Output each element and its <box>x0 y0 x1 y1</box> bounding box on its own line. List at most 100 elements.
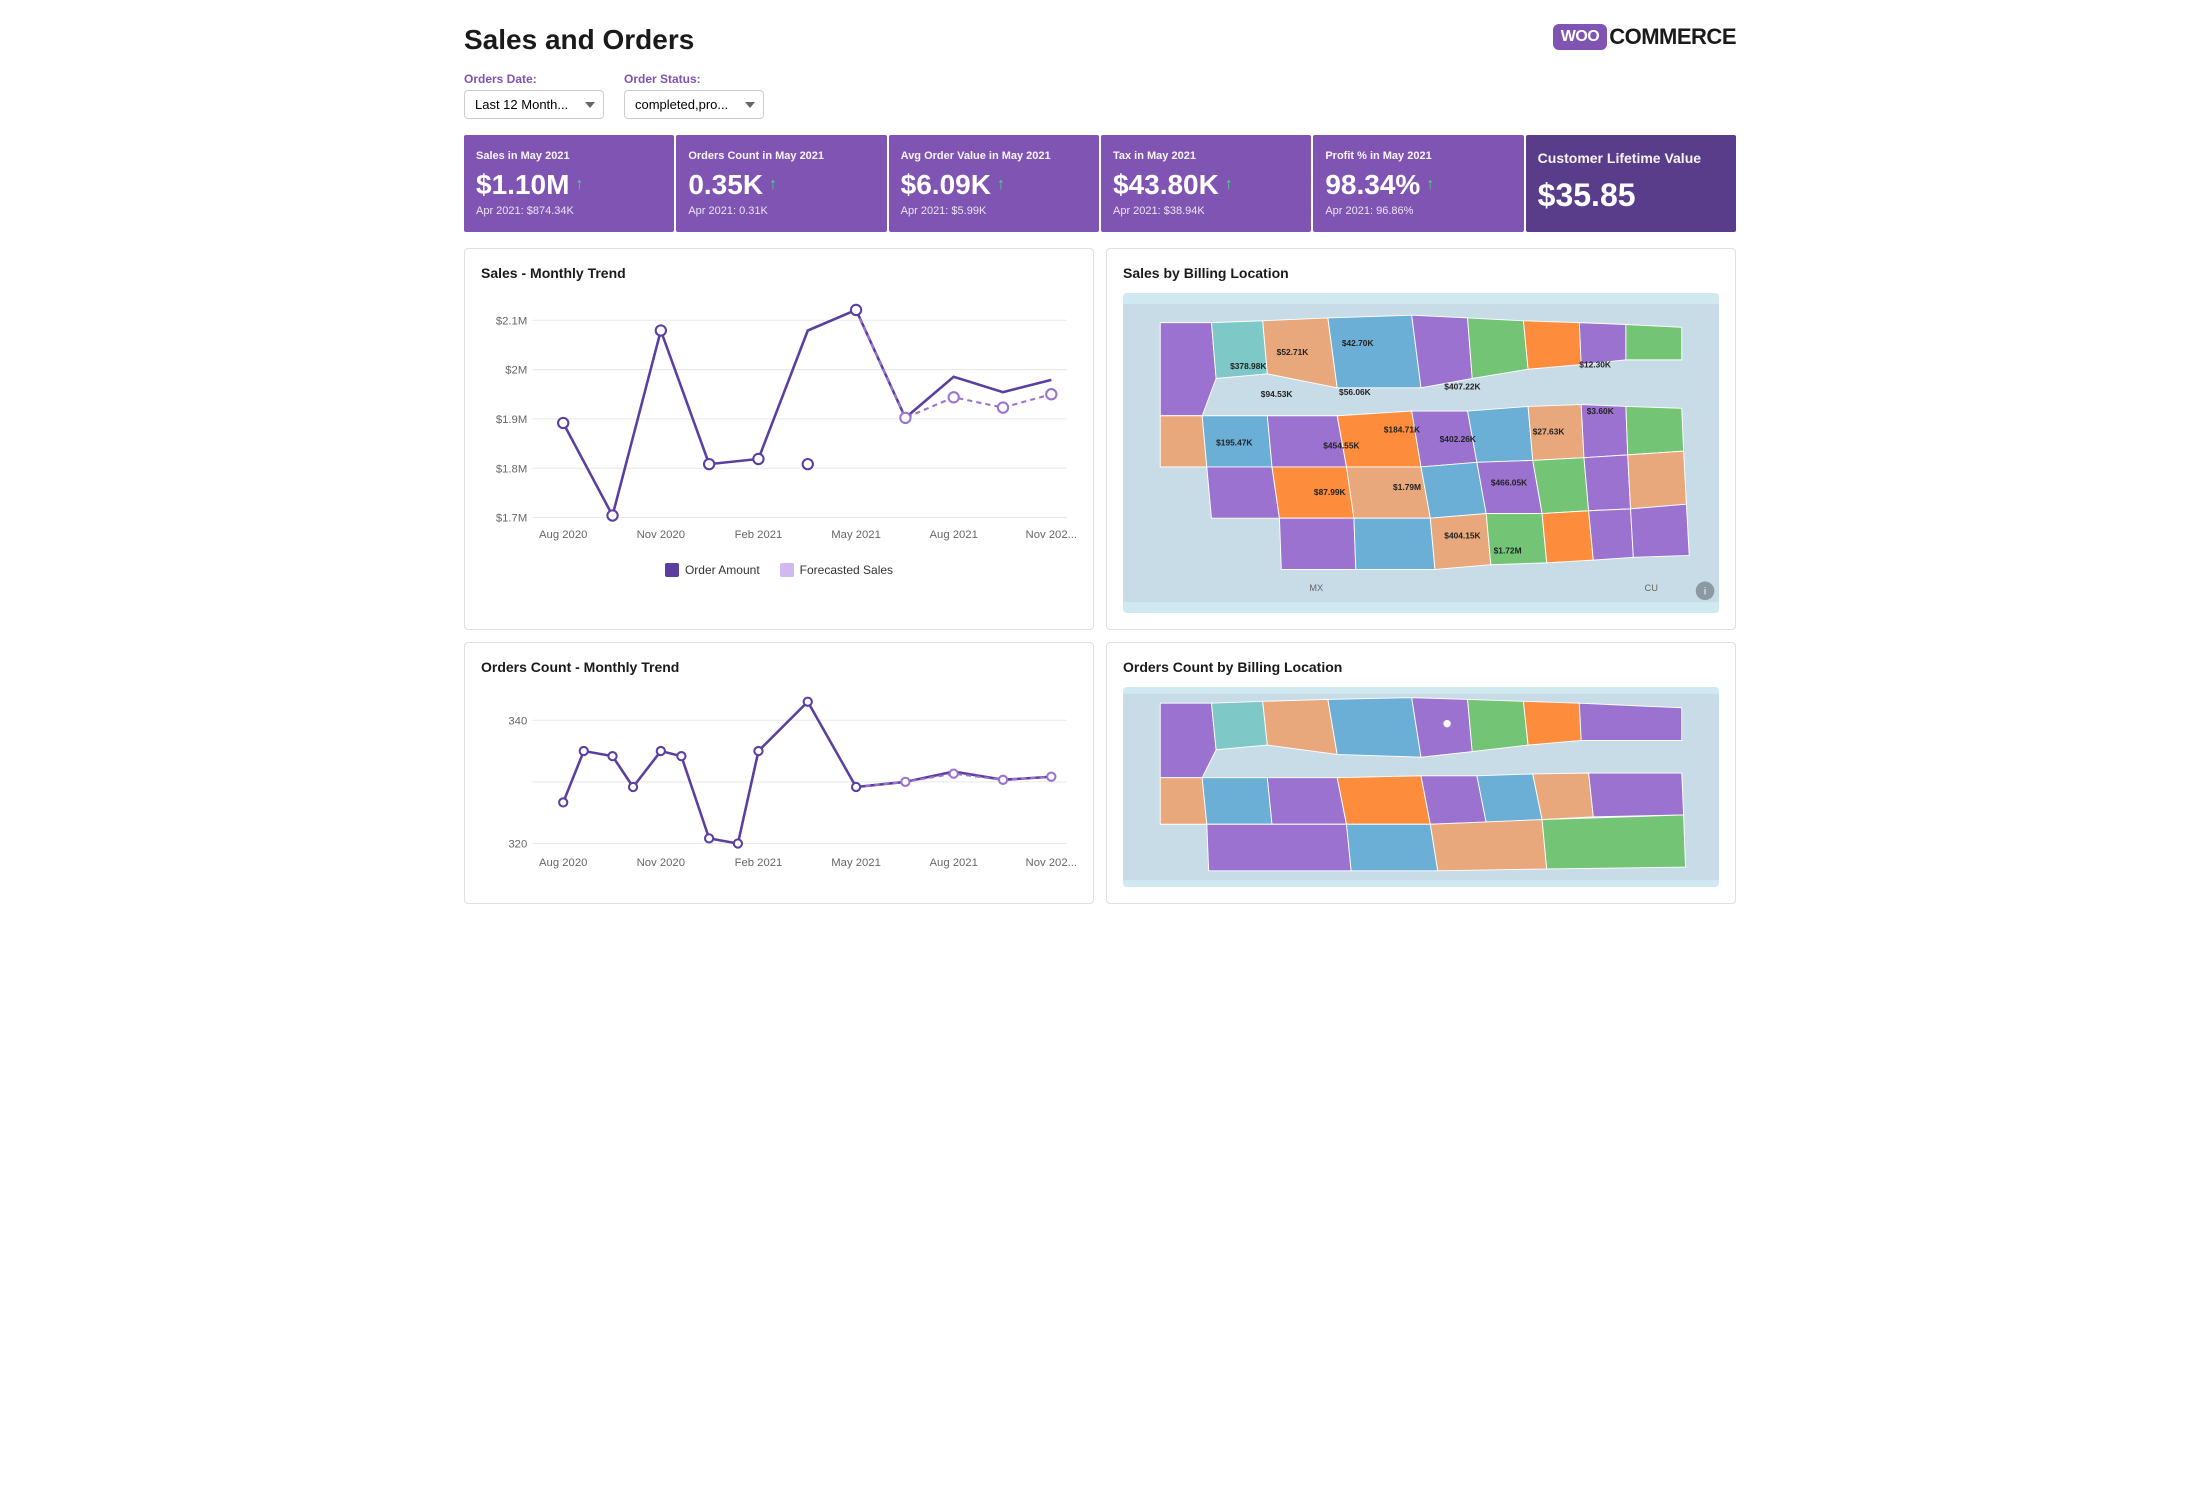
kpi-avg-value: $6.09K ↑ <box>901 169 1087 201</box>
kpi-profit-value: 98.34% ↑ <box>1325 169 1511 201</box>
svg-text:320: 320 <box>508 839 527 851</box>
svg-text:$3.60K: $3.60K <box>1587 406 1614 416</box>
kpi-orders-title: Orders Count in May 2021 <box>688 149 874 163</box>
woocommerce-logo: WOO COMMERCE <box>1553 24 1736 50</box>
kpi-card-orders: Orders Count in May 2021 0.35K ↑ Apr 202… <box>676 135 886 232</box>
svg-text:$195.47K: $195.47K <box>1216 438 1252 448</box>
svg-text:Feb 2021: Feb 2021 <box>735 857 783 869</box>
orders-date-filter: Orders Date: Last 12 Month... <box>464 72 604 119</box>
kpi-tax-title: Tax in May 2021 <box>1113 149 1299 163</box>
woo-logo-box: WOO <box>1553 24 1608 50</box>
sales-trend-panel: Sales - Monthly Trend $2.1M $2M $1.9M $1… <box>464 248 1094 630</box>
svg-text:Aug 2020: Aug 2020 <box>539 529 587 541</box>
svg-text:i: i <box>1704 587 1706 598</box>
sales-map-title: Sales by Billing Location <box>1123 265 1719 281</box>
svg-text:$27.63K: $27.63K <box>1533 427 1565 437</box>
kpi-orders-sub: Apr 2021: 0.31K <box>688 205 874 217</box>
kpi-avg-arrow: ↑ <box>997 176 1005 194</box>
kpi-sales-arrow: ↑ <box>575 176 583 194</box>
kpi-card-sales: Sales in May 2021 $1.10M ↑ Apr 2021: $87… <box>464 135 674 232</box>
kpi-avg-sub: Apr 2021: $5.99K <box>901 205 1087 217</box>
legend-order-amount-label: Order Amount <box>685 563 760 577</box>
legend-forecasted: Forecasted Sales <box>780 563 893 577</box>
sales-trend-svg: $2.1M $2M $1.9M $1.8M $1.7M Aug 2020 Nov… <box>481 293 1077 553</box>
kpi-card-clv: Customer Lifetime Value $35.85 <box>1526 135 1736 232</box>
svg-text:Aug 2021: Aug 2021 <box>930 529 978 541</box>
svg-text:$378.98K: $378.98K <box>1230 361 1266 371</box>
kpi-orders-value: 0.35K ↑ <box>688 169 874 201</box>
kpi-profit-arrow: ↑ <box>1426 176 1434 194</box>
sales-map-svg: $378.98K $52.71K $42.70K $94.53K $56.06K… <box>1123 293 1719 613</box>
svg-text:$42.70K: $42.70K <box>1342 338 1374 348</box>
orders-trend-svg: 340 320 Aug 2020 Nov 2020 Feb 2021 May 2… <box>481 687 1077 887</box>
page-title: Sales and Orders <box>464 24 694 56</box>
svg-text:Aug 2020: Aug 2020 <box>539 857 587 869</box>
legend-forecasted-box <box>780 563 794 577</box>
kpi-card-avg: Avg Order Value in May 2021 $6.09K ↑ Apr… <box>889 135 1099 232</box>
order-status-filter: Order Status: completed,pro... <box>624 72 764 119</box>
orders-map-svg <box>1123 687 1719 887</box>
svg-text:$407.22K: $407.22K <box>1444 382 1480 392</box>
svg-text:$404.15K: $404.15K <box>1444 531 1480 541</box>
kpi-tax-sub: Apr 2021: $38.94K <box>1113 205 1299 217</box>
kpi-sales-title: Sales in May 2021 <box>476 149 662 163</box>
orders-map-panel: Orders Count by Billing Location <box>1106 642 1736 904</box>
kpi-tax-arrow: ↑ <box>1225 176 1233 194</box>
kpi-clv-value: $35.85 <box>1538 177 1724 214</box>
filters-bar: Orders Date: Last 12 Month... Order Stat… <box>464 72 1736 119</box>
order-status-label: Order Status: <box>624 72 764 86</box>
orders-map-container <box>1123 687 1719 887</box>
kpi-sales-sub: Apr 2021: $874.34K <box>476 205 662 217</box>
sales-trend-title: Sales - Monthly Trend <box>481 265 1077 281</box>
svg-text:May 2021: May 2021 <box>831 529 881 541</box>
kpi-card-tax: Tax in May 2021 $43.80K ↑ Apr 2021: $38.… <box>1101 135 1311 232</box>
sales-map-container: $378.98K $52.71K $42.70K $94.53K $56.06K… <box>1123 293 1719 613</box>
orders-date-select[interactable]: Last 12 Month... <box>464 90 604 119</box>
svg-text:$1.8M: $1.8M <box>496 464 527 476</box>
svg-text:$2.1M: $2.1M <box>496 316 527 328</box>
sales-trend-chart: $2.1M $2M $1.9M $1.8M $1.7M Aug 2020 Nov… <box>481 293 1077 553</box>
kpi-clv-title: Customer Lifetime Value <box>1538 149 1724 167</box>
svg-text:$2M: $2M <box>505 365 527 377</box>
svg-text:$466.05K: $466.05K <box>1491 478 1527 488</box>
svg-text:$1.79M: $1.79M <box>1393 482 1421 492</box>
kpi-orders-arrow: ↑ <box>769 176 777 194</box>
svg-text:Nov 202...: Nov 202... <box>1026 529 1077 541</box>
kpi-tax-value: $43.80K ↑ <box>1113 169 1299 201</box>
svg-text:$94.53K: $94.53K <box>1261 389 1293 399</box>
svg-text:$454.55K: $454.55K <box>1323 441 1359 451</box>
svg-text:$1.7M: $1.7M <box>496 513 527 525</box>
svg-text:CU: CU <box>1645 583 1658 593</box>
legend-forecasted-label: Forecasted Sales <box>800 563 893 577</box>
svg-text:$87.99K: $87.99K <box>1314 487 1346 497</box>
svg-text:Aug 2021: Aug 2021 <box>930 857 978 869</box>
svg-text:$1.72M: $1.72M <box>1494 546 1522 556</box>
kpi-sales-value: $1.10M ↑ <box>476 169 662 201</box>
svg-text:May 2021: May 2021 <box>831 857 881 869</box>
kpi-profit-title: Profit % in May 2021 <box>1325 149 1511 163</box>
orders-map-title: Orders Count by Billing Location <box>1123 659 1719 675</box>
svg-text:Feb 2021: Feb 2021 <box>735 529 783 541</box>
kpi-card-profit: Profit % in May 2021 98.34% ↑ Apr 2021: … <box>1313 135 1523 232</box>
svg-text:$402.26K: $402.26K <box>1440 434 1476 444</box>
sales-trend-legend: Order Amount Forecasted Sales <box>481 563 1077 577</box>
sales-map-panel: Sales by Billing Location <box>1106 248 1736 630</box>
svg-text:MX: MX <box>1309 583 1323 593</box>
svg-text:Nov 2020: Nov 2020 <box>637 857 685 869</box>
woo-logo-text: COMMERCE <box>1609 24 1736 50</box>
svg-text:340: 340 <box>508 716 527 728</box>
order-status-select[interactable]: completed,pro... <box>624 90 764 119</box>
svg-text:$184.71K: $184.71K <box>1384 425 1420 435</box>
kpi-cards-row: Sales in May 2021 $1.10M ↑ Apr 2021: $87… <box>464 135 1736 232</box>
legend-order-amount: Order Amount <box>665 563 760 577</box>
orders-trend-panel: Orders Count - Monthly Trend 340 320 Aug… <box>464 642 1094 904</box>
kpi-profit-sub: Apr 2021: 96.86% <box>1325 205 1511 217</box>
svg-text:$52.71K: $52.71K <box>1277 347 1309 357</box>
svg-text:Nov 2020: Nov 2020 <box>637 529 685 541</box>
kpi-avg-title: Avg Order Value in May 2021 <box>901 149 1087 163</box>
svg-text:$1.9M: $1.9M <box>496 414 527 426</box>
orders-trend-title: Orders Count - Monthly Trend <box>481 659 1077 675</box>
orders-trend-chart: 340 320 Aug 2020 Nov 2020 Feb 2021 May 2… <box>481 687 1077 887</box>
legend-order-amount-box <box>665 563 679 577</box>
svg-text:Nov 202...: Nov 202... <box>1026 857 1077 869</box>
